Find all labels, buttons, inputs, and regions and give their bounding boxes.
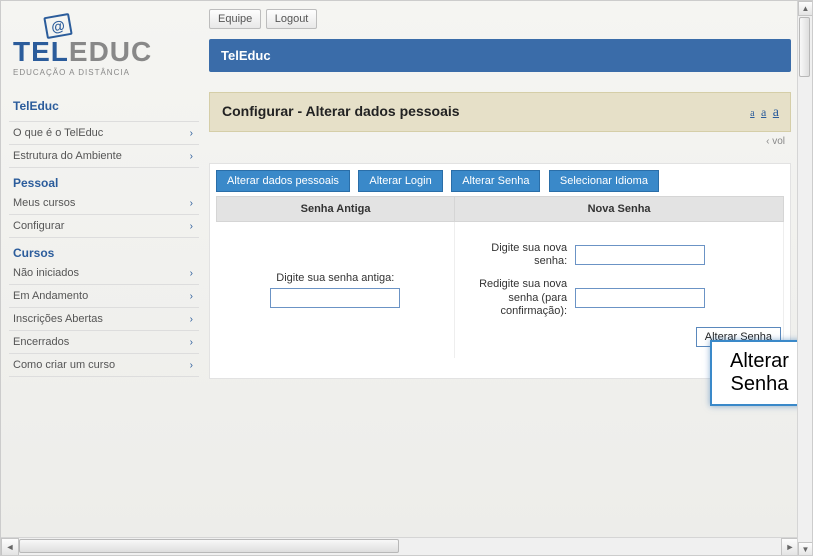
logo-subtitle: EDUCAÇÃO A DISTÂNCIA: [13, 68, 195, 77]
nav-label: O que é o TelEduc: [13, 127, 103, 139]
confirm-password-label: Redigite sua nova senha (para confirmaçã…: [465, 278, 575, 318]
logo-educ: EDUC: [69, 36, 152, 67]
col-nova-senha: Nova Senha: [455, 197, 784, 222]
old-password-label: Digite sua senha antiga:: [227, 272, 445, 284]
at-icon: @: [43, 13, 72, 39]
nav-label: Meus cursos: [13, 197, 75, 209]
nav-label: Estrutura do Ambiente: [13, 150, 122, 162]
scroll-down-button[interactable]: ▼: [798, 542, 813, 556]
nav-heading-cursos: Cursos: [9, 238, 199, 262]
tab-alterar-login[interactable]: Alterar Login: [358, 170, 442, 192]
chevron-right-icon: ›: [190, 360, 193, 371]
equipe-button[interactable]: Equipe: [209, 9, 261, 29]
nav-meus-cursos[interactable]: Meus cursos ›: [9, 192, 199, 215]
nav-nao-iniciados[interactable]: Não iniciados ›: [9, 262, 199, 285]
nav-label: Configurar: [13, 220, 64, 232]
vertical-scrollbar[interactable]: ▲ ▼: [797, 1, 812, 556]
nav-label: Encerrados: [13, 336, 69, 348]
nav-configurar[interactable]: Configurar ›: [9, 215, 199, 238]
nav-label: Inscrições Abertas: [13, 313, 103, 325]
nav-label: Como criar um curso: [13, 359, 115, 371]
nav-inscricoes-abertas[interactable]: Inscrições Abertas ›: [9, 308, 199, 331]
tab-alterar-dados[interactable]: Alterar dados pessoais: [216, 170, 350, 192]
nav-heading-pessoal: Pessoal: [9, 168, 199, 192]
font-size-large[interactable]: a: [772, 105, 780, 120]
nav-o-que-e[interactable]: O que é o TelEduc ›: [9, 122, 199, 145]
chevron-right-icon: ›: [190, 151, 193, 162]
logout-button[interactable]: Logout: [266, 9, 318, 29]
nav-encerrados[interactable]: Encerrados ›: [9, 331, 199, 354]
chevron-right-icon: ›: [190, 128, 193, 139]
chevron-right-icon: ›: [190, 221, 193, 232]
logo-tel: TEL: [13, 36, 69, 67]
nav-label: Não iniciados: [13, 267, 79, 279]
font-size-small[interactable]: a: [749, 108, 755, 119]
callout-alterar-senha: Alterar Senha: [710, 340, 799, 406]
chevron-right-icon: ›: [190, 291, 193, 302]
section-title: Configurar - Alterar dados pessoais: [222, 103, 460, 119]
nav-em-andamento[interactable]: Em Andamento ›: [9, 285, 199, 308]
page-title-bar: TelEduc: [209, 39, 791, 72]
horizontal-scrollbar[interactable]: ◄ ►: [1, 537, 799, 555]
chevron-right-icon: ›: [190, 268, 193, 279]
tab-alterar-senha[interactable]: Alterar Senha: [451, 170, 540, 192]
nav-label: Em Andamento: [13, 290, 88, 302]
logo: @ TELEDUC EDUCAÇÃO A DISTÂNCIA: [9, 9, 199, 91]
nav-como-criar[interactable]: Como criar um curso ›: [9, 354, 199, 377]
new-password-label: Digite sua nova senha:: [465, 242, 575, 268]
new-password-input[interactable]: [575, 245, 705, 265]
back-link[interactable]: ‹ vol: [209, 132, 791, 151]
h-scroll-thumb[interactable]: [19, 539, 399, 553]
chevron-right-icon: ›: [190, 314, 193, 325]
v-scroll-thumb[interactable]: [799, 17, 810, 77]
col-senha-antiga: Senha Antiga: [217, 197, 455, 222]
chevron-right-icon: ›: [190, 198, 193, 209]
scroll-up-button[interactable]: ▲: [798, 1, 813, 16]
section-header: Configurar - Alterar dados pessoais a a …: [209, 92, 791, 132]
nav-teleduc-link[interactable]: TelEduc: [13, 99, 59, 113]
nav-estrutura[interactable]: Estrutura do Ambiente ›: [9, 145, 199, 168]
font-size-medium[interactable]: a: [760, 105, 767, 119]
chevron-right-icon: ›: [190, 337, 193, 348]
old-password-input[interactable]: [270, 288, 400, 308]
scroll-left-button[interactable]: ◄: [1, 538, 19, 556]
confirm-password-input[interactable]: [575, 288, 705, 308]
tab-selecionar-idioma[interactable]: Selecionar Idioma: [549, 170, 659, 192]
